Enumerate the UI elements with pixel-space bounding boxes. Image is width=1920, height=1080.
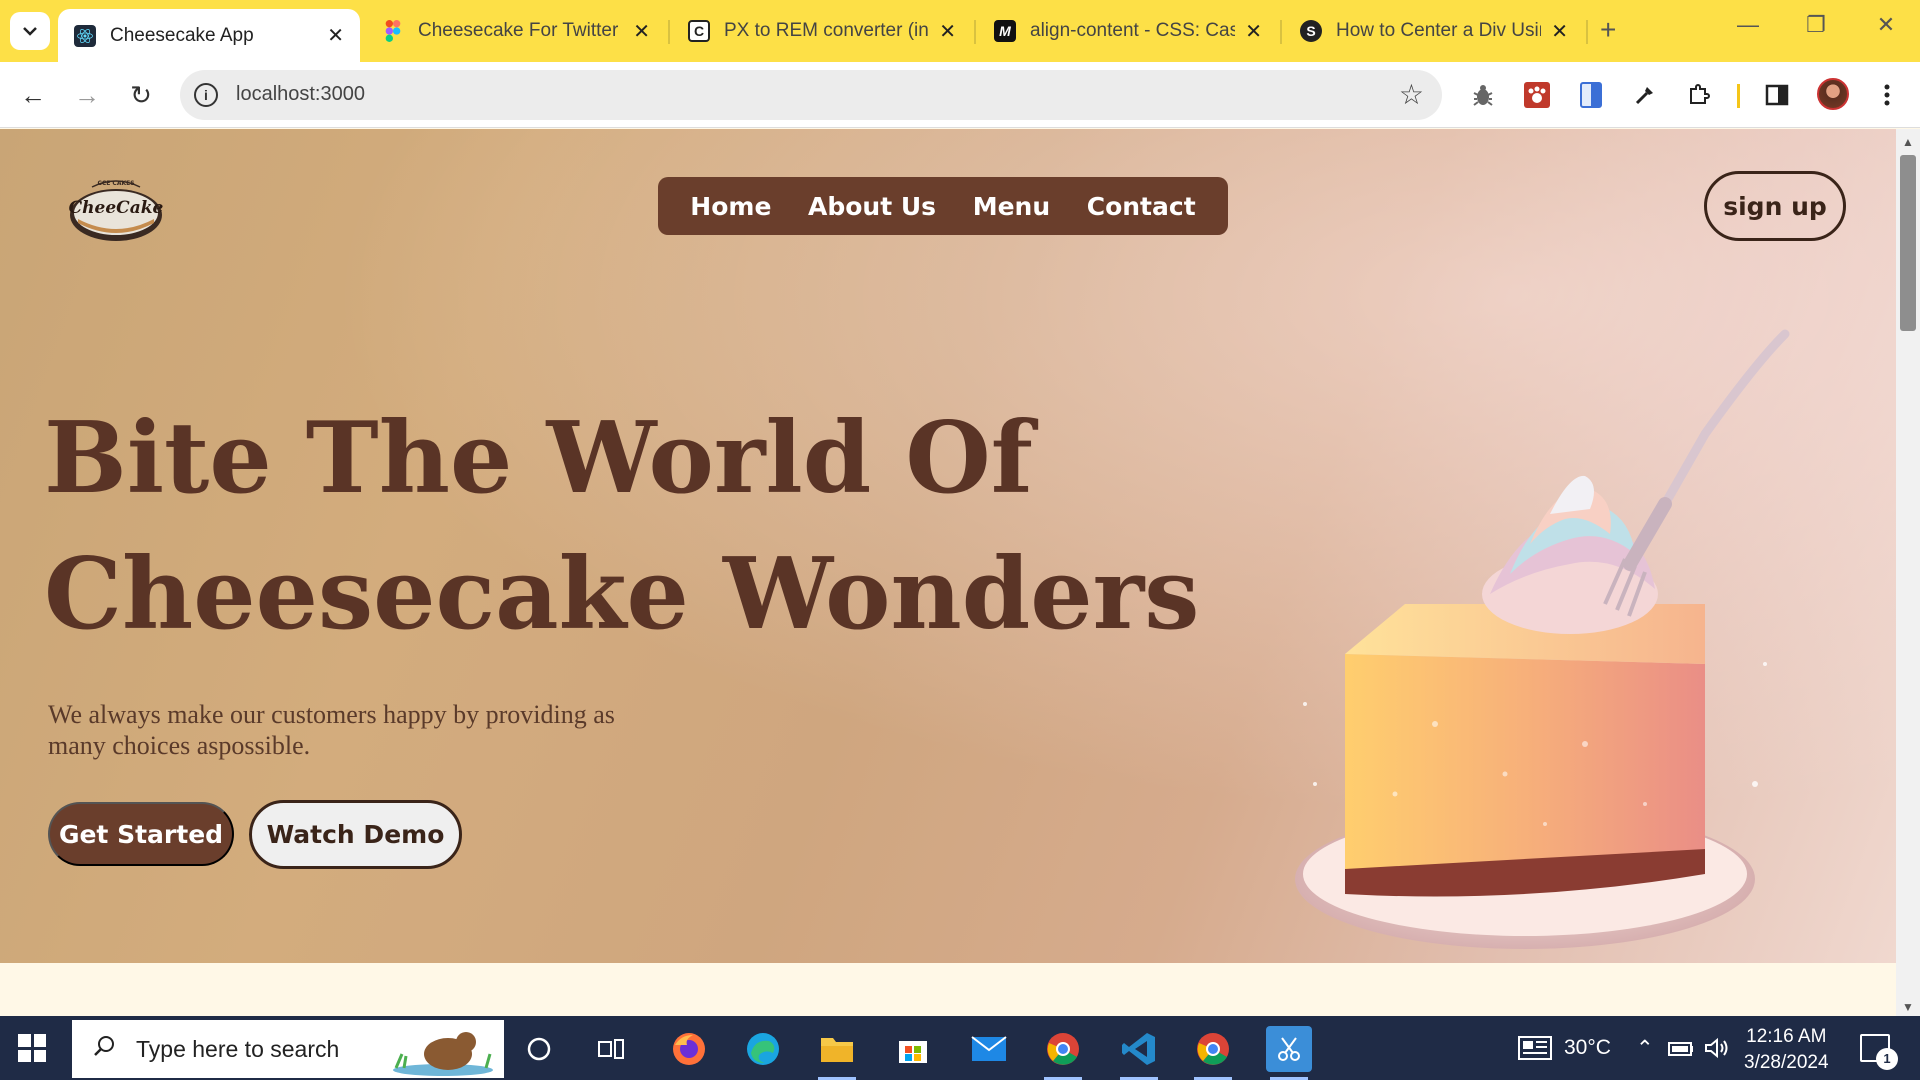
browser-tab-strip: Cheesecake App ✕ Cheesecake For Twitter … [0, 0, 1920, 62]
mdn-icon: M [994, 20, 1016, 42]
nav-contact-link[interactable]: Contact [1087, 192, 1196, 221]
close-icon[interactable]: ✕ [633, 19, 650, 44]
window-resizer-extension-icon[interactable] [1576, 80, 1606, 110]
system-clock[interactable]: 12:16 AM 3/28/2024 [1744, 1024, 1829, 1076]
tab-separator [974, 20, 976, 44]
bug-extension-icon[interactable] [1468, 80, 1498, 110]
page-scrollbar[interactable]: ▲ ▼ [1896, 129, 1920, 1016]
site-icon: S [1300, 20, 1322, 42]
store-icon[interactable] [890, 1026, 936, 1072]
webpage-viewport: CCE CAKES CheeCake Home About Us Menu Co… [0, 129, 1896, 1016]
hero-subtext: We always make our customers happy by pr… [48, 700, 615, 760]
cheesecake-image [1285, 304, 1805, 964]
logo-tagline: CCE CAKES [97, 180, 134, 187]
sign-up-button[interactable]: sign up [1704, 171, 1846, 241]
chrome-icon-2[interactable] [1190, 1026, 1236, 1080]
extensions-puzzle-icon[interactable] [1684, 80, 1714, 110]
search-icon [92, 1034, 116, 1065]
scroll-down-arrow-icon[interactable]: ▼ [1902, 1000, 1914, 1014]
tab-title: How to Center a Div Usin [1336, 20, 1542, 41]
back-arrow-icon[interactable]: ← [16, 78, 50, 112]
weather-widget[interactable]: 30°C [1518, 1016, 1611, 1080]
taskbar-search-box[interactable]: Type here to search [72, 1020, 504, 1078]
close-icon[interactable]: ✕ [1245, 19, 1262, 44]
more-menu-icon[interactable] [1872, 80, 1902, 110]
chevron-down-icon [23, 27, 37, 36]
scroll-thumb[interactable] [1900, 155, 1916, 331]
tab-separator [668, 20, 670, 44]
windows-start-icon[interactable] [18, 1034, 46, 1062]
cheecake-logo[interactable]: CCE CAKES CheeCake [66, 167, 166, 245]
volume-icon[interactable] [1704, 1016, 1730, 1080]
show-hidden-icons-chevron-icon[interactable]: ⌃ [1636, 1016, 1654, 1080]
firefox-icon[interactable] [666, 1026, 712, 1072]
nav-menu-link[interactable]: Menu [973, 192, 1050, 221]
nav-about-us-link[interactable]: About Us [808, 192, 936, 221]
tab-figma[interactable]: Cheesecake For Twitter – ✕ [366, 9, 666, 53]
toolbar-separator [1737, 84, 1740, 108]
notification-center-icon[interactable]: 1 [1860, 1034, 1898, 1070]
edge-icon[interactable] [740, 1026, 786, 1072]
search-placeholder: Type here to search [136, 1035, 340, 1062]
mail-icon[interactable] [966, 1026, 1012, 1072]
scroll-up-arrow-icon[interactable]: ▲ [1902, 135, 1914, 149]
close-icon[interactable]: ✕ [1551, 19, 1568, 44]
forward-arrow-icon[interactable]: → [70, 78, 104, 112]
new-tab-plus-icon[interactable]: + [1600, 14, 1616, 46]
task-view-icon[interactable] [588, 1026, 634, 1072]
tab-title: Cheesecake For Twitter – [418, 20, 624, 41]
windows-taskbar: Type here to search 30°C ⌃ 12:16 AM 3/28… [0, 1016, 1920, 1080]
headline-line-1: Bite The World Of [44, 401, 1033, 516]
get-started-button[interactable]: Get Started [48, 802, 234, 866]
tab-title: align-content - CSS: Casc [1030, 20, 1236, 41]
vscode-icon[interactable] [1116, 1026, 1162, 1080]
eyedropper-extension-icon[interactable] [1630, 80, 1660, 110]
cortana-icon[interactable] [516, 1026, 562, 1072]
tab-separator [1586, 20, 1588, 44]
site-info-icon[interactable]: i [194, 83, 218, 107]
logo-text: CheeCake [69, 198, 164, 218]
paw-extension-icon[interactable] [1522, 80, 1552, 110]
bookmark-star-icon[interactable]: ☆ [1399, 78, 1424, 111]
tab-mdn[interactable]: M align-content - CSS: Casc ✕ [978, 9, 1278, 53]
c-icon: C [688, 20, 710, 42]
tab-title: Cheesecake App [110, 24, 254, 46]
tab-title: PX to REM converter (insi [724, 20, 930, 41]
url-text[interactable]: localhost:3000 [236, 83, 365, 106]
clock-time: 12:16 AM [1746, 1026, 1827, 1047]
window-close-icon[interactable]: ✕ [1866, 12, 1906, 38]
side-panel-icon[interactable] [1762, 80, 1792, 110]
battery-icon[interactable] [1668, 1016, 1694, 1080]
tab-separator [1280, 20, 1282, 44]
address-bar[interactable]: i localhost:3000 ☆ [180, 70, 1442, 120]
notification-count-badge: 1 [1876, 1048, 1898, 1070]
minimize-icon[interactable]: — [1728, 12, 1768, 38]
browser-toolbar: ← → ↻ i localhost:3000 ☆ [0, 62, 1920, 128]
restore-icon[interactable]: ❐ [1796, 12, 1836, 38]
file-explorer-icon[interactable] [814, 1026, 860, 1080]
weather-news-icon [1518, 1036, 1552, 1060]
hero-headline: Bite The World Of Cheesecake Wonders [44, 391, 1199, 663]
figma-icon [382, 20, 404, 42]
react-icon [74, 24, 96, 47]
tab-search-button[interactable] [10, 12, 50, 50]
beaver-search-highlight-icon [393, 1032, 493, 1076]
temperature-text: 30°C [1564, 1036, 1611, 1059]
clock-date: 3/28/2024 [1744, 1052, 1829, 1073]
nav-home-link[interactable]: Home [690, 192, 771, 221]
tab-cheesecake-app[interactable]: Cheesecake App ✕ [58, 9, 360, 62]
tab-px-to-rem[interactable]: C PX to REM converter (insi ✕ [672, 9, 972, 53]
close-icon[interactable]: ✕ [939, 19, 956, 44]
main-nav: Home About Us Menu Contact [658, 177, 1228, 235]
watch-demo-button[interactable]: Watch Demo [249, 800, 462, 869]
snipping-tool-icon[interactable] [1266, 1026, 1312, 1080]
chrome-icon[interactable] [1040, 1026, 1086, 1080]
tab-center-div[interactable]: S How to Center a Div Usin ✕ [1284, 9, 1584, 53]
headline-line-2: Cheesecake Wonders [44, 537, 1200, 652]
reload-icon[interactable]: ↻ [124, 78, 158, 112]
profile-avatar[interactable] [1817, 78, 1849, 110]
close-icon[interactable]: ✕ [327, 23, 344, 48]
